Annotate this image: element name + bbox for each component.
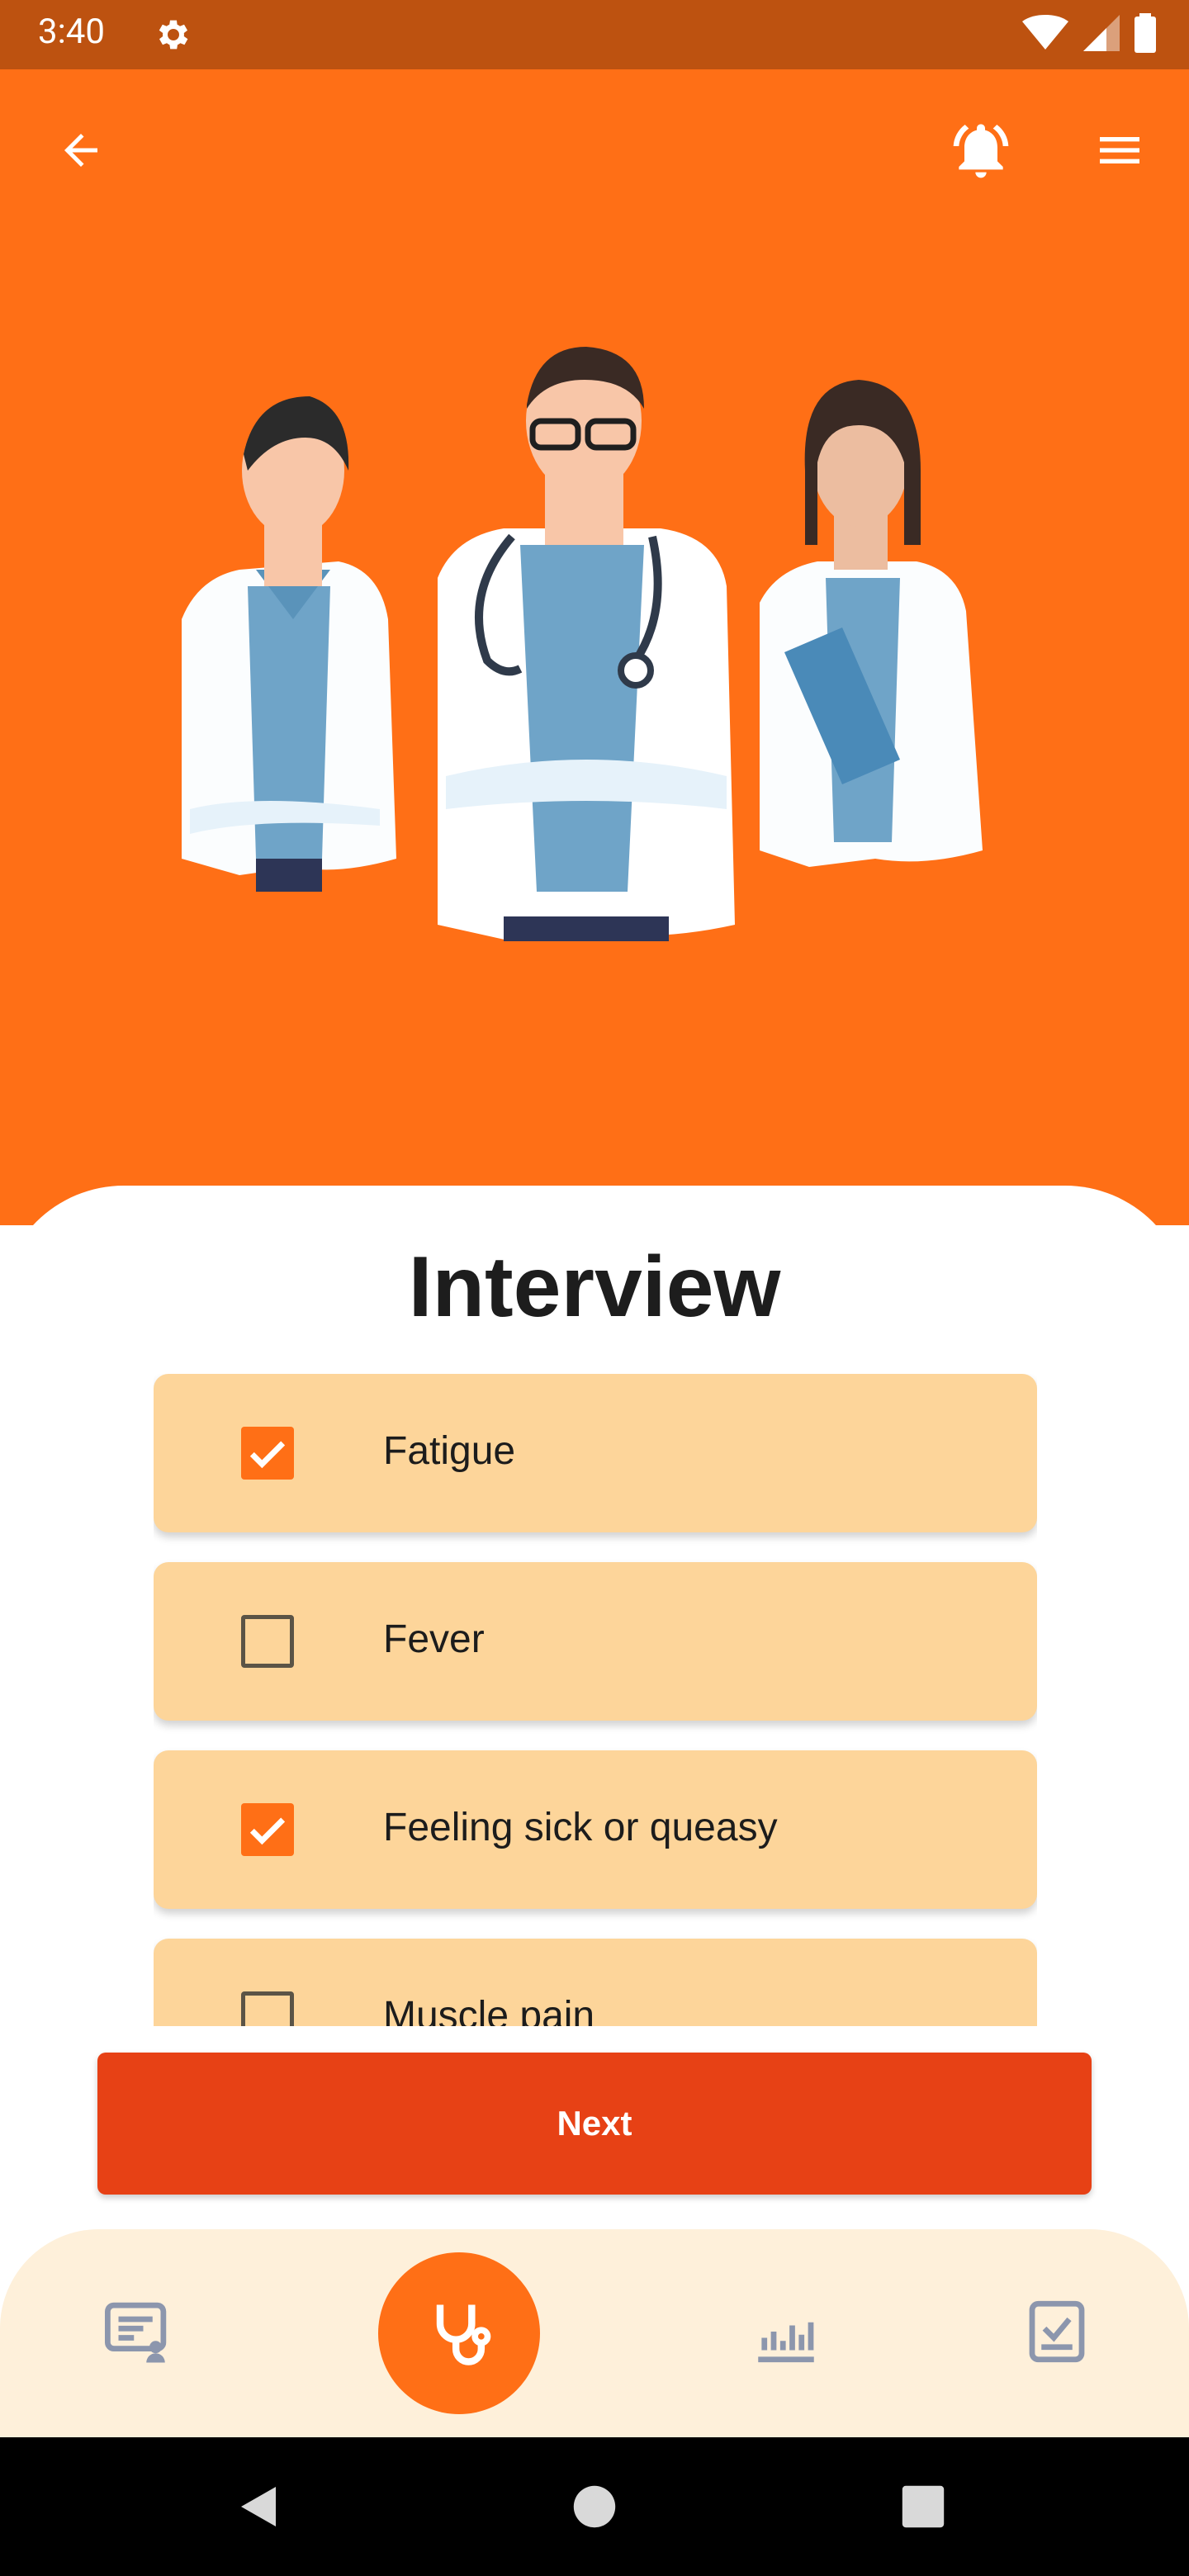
signal-icon: [1083, 14, 1120, 55]
symptom-label: Muscle pain: [383, 1994, 595, 2026]
symptom-list[interactable]: Fatigue Fever Feeling sick or queasy Mus…: [154, 1374, 1037, 2026]
chart-icon[interactable]: [737, 2282, 836, 2381]
symptom-item-muscle-pain[interactable]: Muscle pain: [154, 1939, 1037, 2026]
system-navigation-bar: [0, 2437, 1189, 2576]
page-title: Interview: [408, 1239, 781, 1335]
back-triangle-icon[interactable]: [225, 2470, 297, 2543]
status-icons: [1022, 12, 1156, 57]
symptom-item-fatigue[interactable]: Fatigue: [154, 1374, 1037, 1532]
recents-square-icon[interactable]: [887, 2470, 959, 2543]
battery-icon: [1135, 12, 1156, 57]
stethoscope-icon[interactable]: [378, 2252, 540, 2414]
left-doctor-figure: [182, 396, 396, 892]
right-doctor-figure: [760, 380, 983, 867]
status-bar: 3:40: [0, 0, 1189, 69]
checkbox-checked[interactable]: [241, 1803, 294, 1856]
symptom-item-feeling-sick[interactable]: Feeling sick or queasy: [154, 1750, 1037, 1909]
symptom-label: Fatigue: [383, 1429, 516, 1473]
checkbox-unchecked[interactable]: [241, 1615, 294, 1668]
symptom-label: Feeling sick or queasy: [383, 1806, 778, 1849]
checklist-icon[interactable]: [1007, 2282, 1106, 2381]
checkbox-unchecked[interactable]: [241, 1991, 294, 2026]
wifi-icon: [1022, 14, 1068, 55]
gear-icon: [152, 15, 192, 54]
hamburger-menu-icon[interactable]: [1080, 111, 1159, 190]
status-time: 3:40: [38, 12, 105, 52]
notification-bell-icon[interactable]: [941, 111, 1021, 190]
next-button[interactable]: Next: [97, 2053, 1092, 2195]
home-circle-icon[interactable]: [558, 2470, 631, 2543]
checkbox-checked[interactable]: [241, 1427, 294, 1480]
center-doctor-figure: [438, 347, 735, 941]
report-icon[interactable]: [88, 2282, 187, 2381]
three-doctors-illustration: [182, 347, 983, 941]
symptom-item-fever[interactable]: Fever: [154, 1562, 1037, 1721]
back-arrow-icon[interactable]: [41, 111, 121, 190]
symptom-label: Fever: [383, 1617, 485, 1661]
